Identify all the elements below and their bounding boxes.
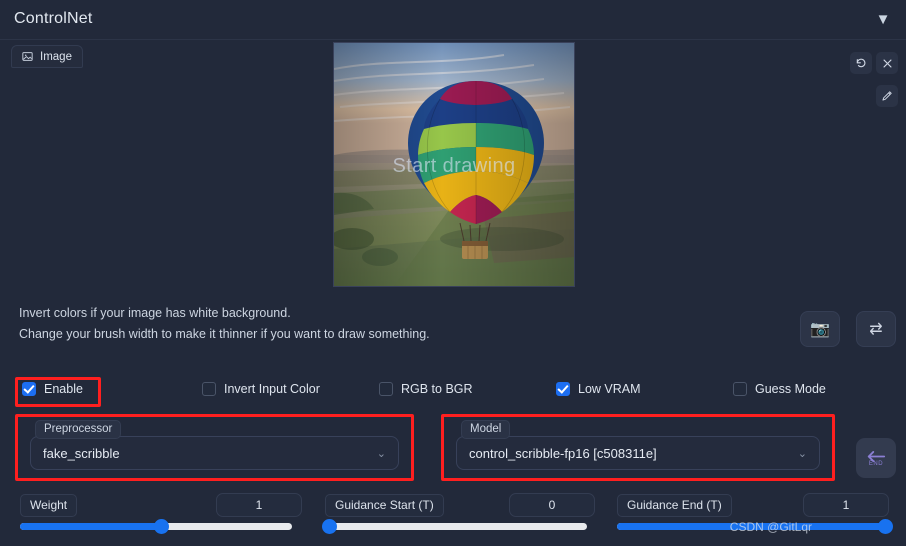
checkbox-enable-label: Enable bbox=[44, 382, 83, 396]
swap-button[interactable]: ⇄ bbox=[856, 311, 896, 347]
rgb-to-bgr-checkbox-box[interactable] bbox=[379, 382, 393, 396]
model-label: Model bbox=[461, 420, 511, 439]
tab-strip: Image bbox=[11, 45, 83, 68]
slider-guidance-end-label: Guidance End (T) bbox=[617, 494, 732, 517]
guess-mode-checkbox-box[interactable] bbox=[733, 382, 747, 396]
chevron-down-icon: ⌄ bbox=[376, 447, 386, 460]
undo-icon[interactable] bbox=[850, 52, 872, 74]
low-vram-checkbox-box[interactable] bbox=[556, 382, 570, 396]
hint-line-1: Invert colors if your image has white ba… bbox=[19, 306, 291, 320]
slider-guidance-start-label: Guidance Start (T) bbox=[325, 494, 444, 517]
slider-weight-thumb[interactable] bbox=[154, 519, 170, 534]
chevron-down-icon: ⌄ bbox=[797, 447, 807, 460]
checkbox-low-vram-label: Low VRAM bbox=[578, 382, 641, 396]
swap-icon: ⇄ bbox=[869, 321, 883, 338]
checkbox-enable[interactable]: Enable bbox=[22, 382, 83, 396]
checkbox-rgb-to-bgr-label: RGB to BGR bbox=[401, 382, 473, 396]
checkbox-rgb-to-bgr[interactable]: RGB to BGR bbox=[379, 382, 473, 396]
model-value: control_scribble-fp16 [c508311e] bbox=[469, 445, 657, 461]
preprocessor-select[interactable]: fake_scribble ⌄ bbox=[30, 436, 399, 470]
slider-guidance-end-input[interactable]: 1 bbox=[803, 493, 889, 517]
checkbox-invert-input-color[interactable]: Invert Input Color bbox=[202, 382, 320, 396]
controlnet-panel: ControlNet ▼ Image Start drawing Invert … bbox=[0, 0, 906, 546]
checkbox-invert-input-color-label: Invert Input Color bbox=[224, 382, 320, 396]
checkbox-low-vram[interactable]: Low VRAM bbox=[556, 382, 641, 396]
slider-weight-fill bbox=[20, 523, 162, 530]
image-preview[interactable]: Start drawing bbox=[333, 42, 575, 287]
slider-guidance-end-track[interactable] bbox=[617, 519, 893, 534]
end-button-label: END bbox=[868, 460, 884, 467]
enable-checkbox-box[interactable] bbox=[22, 382, 36, 396]
slider-guidance-start-input[interactable]: 0 bbox=[509, 493, 595, 517]
close-icon[interactable] bbox=[876, 52, 898, 74]
camera-icon: 📷 bbox=[810, 321, 830, 338]
slider-weight-input[interactable]: 1 bbox=[216, 493, 302, 517]
end-arrow-button[interactable]: END bbox=[856, 438, 896, 478]
slider-guidance-end-fill bbox=[617, 523, 889, 530]
slider-weight-track[interactable] bbox=[20, 519, 292, 534]
caret-down-icon[interactable]: ▼ bbox=[872, 10, 894, 30]
pen-icon[interactable] bbox=[876, 85, 898, 107]
model-select[interactable]: control_scribble-fp16 [c508311e] ⌄ bbox=[456, 436, 820, 470]
slider-guidance-end-thumb[interactable] bbox=[878, 519, 893, 534]
invert-input-color-checkbox-box[interactable] bbox=[202, 382, 216, 396]
checkbox-guess-mode-label: Guess Mode bbox=[755, 382, 826, 396]
panel-header: ControlNet ▼ bbox=[0, 0, 906, 40]
page-title: ControlNet bbox=[14, 10, 93, 27]
preprocessor-value: fake_scribble bbox=[43, 445, 120, 461]
hint-text: Invert colors if your image has white ba… bbox=[19, 303, 430, 345]
slider-weight-label: Weight bbox=[20, 494, 78, 517]
checkbox-guess-mode[interactable]: Guess Mode bbox=[733, 382, 826, 396]
preprocessor-label: Preprocessor bbox=[35, 420, 122, 439]
image-icon bbox=[22, 51, 33, 62]
slider-guidance-start-track[interactable] bbox=[322, 519, 587, 534]
slider-guidance-start-thumb[interactable] bbox=[322, 519, 337, 534]
camera-button[interactable]: 📷 bbox=[800, 311, 840, 347]
tab-image[interactable]: Image bbox=[11, 45, 83, 68]
balloon-photo bbox=[334, 43, 574, 286]
hint-line-2: Change your brush width to make it thinn… bbox=[19, 327, 430, 341]
options-row: Enable Invert Input Color RGB to BGR Low… bbox=[0, 382, 906, 404]
tab-image-label: Image bbox=[40, 50, 72, 63]
